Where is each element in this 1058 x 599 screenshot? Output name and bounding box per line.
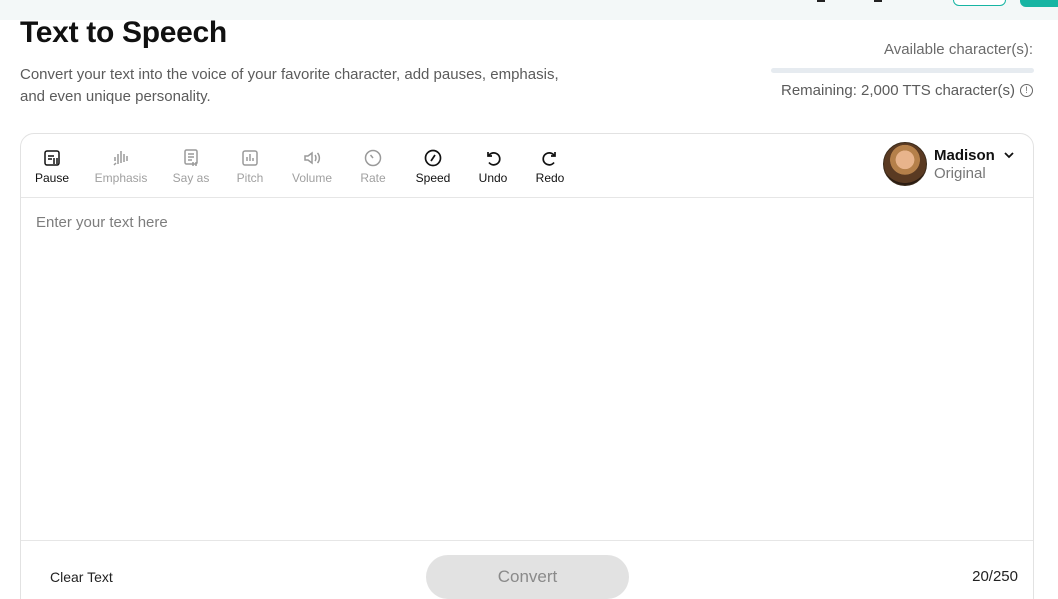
nav-fragment [874,0,882,2]
available-characters-bar [771,68,1034,73]
editor-toolbar: Pause Emphasis Say as Pitch Volume Rate … [21,134,1033,198]
available-characters-label: Available character(s): [884,41,1033,58]
remaining-characters-text: Remaining: 2,000 TTS character(s) [781,82,1015,99]
voice-name: Madison [934,146,995,164]
emphasis-button[interactable]: Emphasis [91,148,151,185]
nav-fragment [817,0,825,2]
pitch-icon [242,150,258,166]
volume-icon [304,151,321,165]
pause-icon [44,150,60,166]
voice-selector[interactable]: Madison Original [883,141,1015,187]
rate-button[interactable]: Rate [343,148,403,185]
say-as-button[interactable]: Say as [161,148,221,185]
voice-name-row: Madison [934,147,1015,164]
page-title: Text to Speech [20,16,227,49]
voice-avatar [883,142,927,186]
chevron-down-icon[interactable] [1003,149,1015,161]
speed-icon [424,149,442,167]
convert-button[interactable]: Convert [426,555,629,599]
rate-icon [364,149,382,167]
text-input[interactable] [36,214,1016,514]
undo-icon [487,152,501,166]
pause-label: Pause [34,171,70,185]
rate-label: Rate [360,171,386,185]
emphasis-icon [113,151,128,166]
speed-label: Speed [415,171,451,185]
pitch-button[interactable]: Pitch [220,148,280,185]
voice-info: Madison Original [934,147,1015,182]
redo-icon [542,152,556,166]
redo-label: Redo [535,171,565,185]
undo-label: Undo [478,171,508,185]
clear-text-button[interactable]: Clear Text [50,569,113,585]
pause-button[interactable]: Pause [22,148,82,185]
login-button[interactable] [953,0,1006,6]
volume-button[interactable]: Volume [282,148,342,185]
tts-editor: Pause Emphasis Say as Pitch Volume Rate … [20,133,1034,599]
redo-button[interactable]: Redo [520,148,580,185]
signup-button[interactable] [1020,0,1058,7]
say-as-label: Say as [172,171,210,185]
emphasis-label: Emphasis [94,171,148,185]
page-description: Convert your text into the voice of your… [20,66,559,105]
info-icon[interactable]: ! [1020,84,1033,97]
character-count: 20/250 [972,568,1018,585]
speed-button[interactable]: Speed [403,148,463,185]
volume-label: Volume [291,171,333,185]
say-as-icon [184,149,198,166]
pitch-label: Pitch [236,171,264,185]
voice-style: Original [934,164,986,182]
editor-footer: Clear Text Convert 20/250 [21,540,1033,599]
undo-button[interactable]: Undo [463,148,523,185]
remaining-characters: Remaining: 2,000 TTS character(s) ! [781,82,1033,99]
